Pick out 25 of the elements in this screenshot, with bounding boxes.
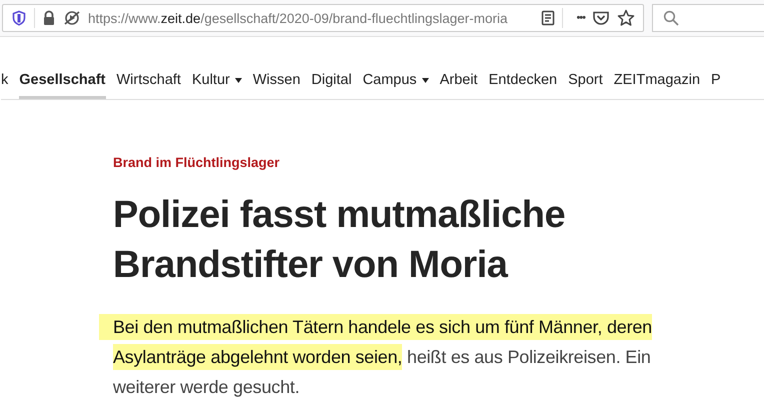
url-text[interactable]: https://www.zeit.de/gesellschaft/2020-09/brand-fluechtlingslager-moria — [88, 10, 534, 26]
nav-link[interactable]: Wissen — [252, 72, 300, 99]
nav-link[interactable]: ZEITmagazin — [614, 72, 700, 99]
nav-link[interactable]: P — [711, 72, 721, 99]
nav-link[interactable]: Kultur — [192, 72, 242, 99]
shield-icon[interactable] — [11, 10, 27, 26]
nav-link[interactable]: Digital — [311, 72, 352, 99]
nav-link[interactable]: Gesellschaft — [19, 72, 106, 99]
more-actions-button[interactable]: ••• — [576, 12, 585, 24]
star-icon[interactable] — [617, 9, 635, 27]
reader-view-icon[interactable] — [541, 10, 556, 26]
search-field[interactable] — [652, 4, 764, 32]
address-bar[interactable]: https://www.zeit.de/gesellschaft/2020-09/brand-fluechtlingslager-moria ••• — [2, 4, 644, 32]
nav-link[interactable]: k — [1, 72, 8, 99]
crossed-autoplay-icon[interactable] — [63, 10, 81, 26]
nav-link[interactable]: Campus — [362, 72, 429, 99]
search-icon — [663, 10, 679, 26]
lock-icon[interactable] — [42, 10, 56, 26]
nav-link[interactable]: Arbeit — [440, 72, 478, 99]
nav-link[interactable]: Entdecken — [488, 72, 558, 99]
article-kicker: Brand im Flüchtlingslager — [113, 155, 281, 170]
nav-link[interactable]: Wirtschaft — [116, 72, 181, 99]
pocket-icon[interactable] — [592, 10, 610, 26]
nav-link[interactable]: Sport — [568, 72, 603, 99]
article-headline: Polizei fasst mutmaßliche Brandstifter von Moria — [113, 193, 566, 288]
